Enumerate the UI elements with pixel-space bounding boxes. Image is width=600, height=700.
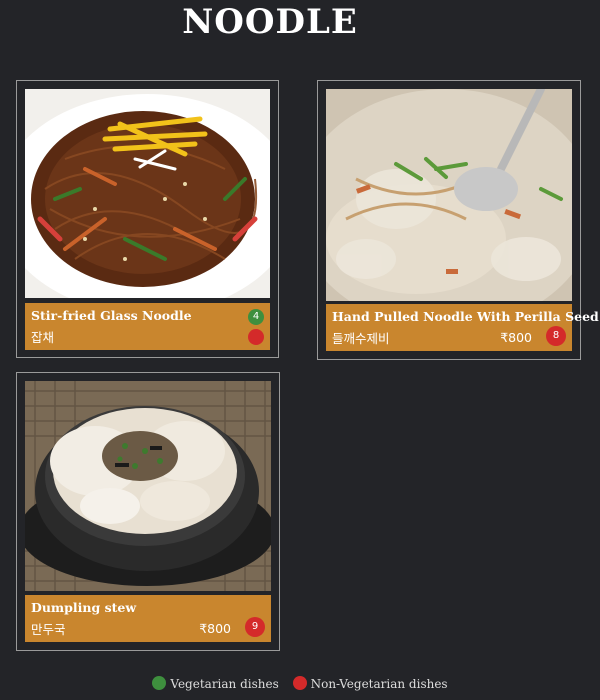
legend-label-veg: Vegetarian dishes <box>170 677 279 691</box>
dish-price: ₹800 <box>199 621 231 636</box>
dish-name: Hand Pulled Noodle With Perilla Seed <box>332 309 599 324</box>
red-dot-icon <box>292 676 307 690</box>
dish-label: Stir-fried Glass Noodle 잡채 4 <box>25 303 270 350</box>
dish-korean-name: 잡채 <box>31 330 55 345</box>
veg-badge: 4 <box>248 309 264 325</box>
legend-label-nonveg: Non-Vegetarian dishes <box>310 677 448 691</box>
dish-name: Stir-fried Glass Noodle <box>31 308 192 323</box>
dish-name: Dumpling stew <box>31 600 137 615</box>
legend-item-veg: Vegetarian dishes <box>152 676 279 691</box>
dish-photo <box>25 381 271 591</box>
menu-card-dumpling-stew[interactable]: Dumpling stew 만두국 ₹800 9 <box>16 372 280 651</box>
page-title: NOODLE <box>182 2 358 42</box>
non-veg-badge: 9 <box>245 617 265 637</box>
dish-label: Dumpling stew 만두국 ₹800 9 <box>25 595 271 642</box>
legend: Vegetarian dishes Non-Vegetarian dishes <box>0 676 600 691</box>
green-dot-icon <box>152 676 167 690</box>
non-veg-badge <box>248 329 264 345</box>
menu-card-stir-fried-glass-noodle[interactable]: Stir-fried Glass Noodle 잡채 4 <box>16 80 279 358</box>
dish-photo <box>25 89 270 298</box>
menu-card-hand-pulled-noodle[interactable]: Hand Pulled Noodle With Perilla Seed 들깨수… <box>317 80 599 360</box>
non-veg-badge: 8 <box>546 326 566 346</box>
dish-label: Hand Pulled Noodle With Perilla Seed 들깨수… <box>326 304 599 351</box>
legend-item-nonveg: Non-Vegetarian dishes <box>292 676 448 691</box>
dish-photo <box>326 89 572 301</box>
dish-price: ₹800 <box>500 330 532 345</box>
